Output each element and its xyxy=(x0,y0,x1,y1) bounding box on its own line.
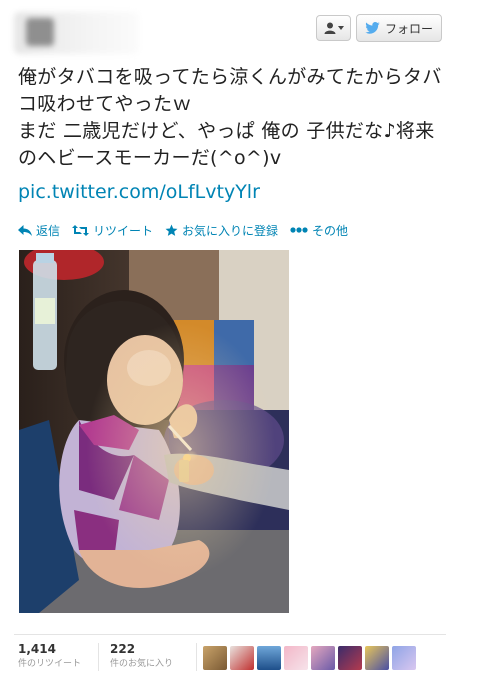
more-action[interactable]: その他 xyxy=(290,222,348,239)
retweet-label: リツイート xyxy=(93,223,154,238)
tweet-text-line: 俺がタバコを吸ってたら涼くんがみてたからタバ xyxy=(18,66,442,88)
star-icon xyxy=(165,224,178,236)
stats-divider xyxy=(14,634,446,635)
caret-down-icon xyxy=(337,26,344,30)
twitter-bird-icon xyxy=(365,22,380,34)
retweet-count: 1,414 xyxy=(18,642,56,656)
user-avatar-blurred[interactable] xyxy=(14,12,139,54)
retweet-action[interactable]: リツイート xyxy=(72,222,153,239)
favorite-count: 222 xyxy=(110,642,136,656)
more-dots-icon xyxy=(290,227,308,233)
person-icon xyxy=(324,22,335,34)
tweet-header: フォロー xyxy=(0,0,480,62)
favoriter-avatar[interactable] xyxy=(230,646,254,670)
retweet-stat[interactable]: 1,414 件のリツイート xyxy=(18,642,81,671)
reply-action[interactable]: 返信 xyxy=(18,222,60,239)
retweet-icon xyxy=(72,224,90,236)
favoriters-avatars xyxy=(203,646,416,670)
favoriter-avatar[interactable] xyxy=(365,646,389,670)
tweet-photo[interactable] xyxy=(19,250,289,613)
tweet-text-line: まだ 二歳児だけど、やっぱ 俺の 子供だな♪将来 xyxy=(18,120,435,142)
retweet-count-label: 件のリツイート xyxy=(18,659,82,669)
favoriter-avatar[interactable] xyxy=(311,646,335,670)
reply-label: 返信 xyxy=(36,223,61,238)
photo-illustration xyxy=(19,250,289,613)
reply-icon xyxy=(18,224,32,236)
favoriter-avatar[interactable] xyxy=(257,646,281,670)
favorite-stat[interactable]: 222 件のお気に入り xyxy=(110,642,173,671)
follow-button[interactable]: フォロー xyxy=(356,14,442,42)
favoriter-avatar[interactable] xyxy=(392,646,416,670)
stat-separator xyxy=(98,643,99,671)
more-label: その他 xyxy=(312,223,349,238)
user-actions-dropdown[interactable] xyxy=(316,15,351,41)
favorite-action[interactable]: お気に入りに登録 xyxy=(165,222,278,239)
favorite-label: お気に入りに登録 xyxy=(182,223,279,238)
tweet-text-line: のヘビースモーカーだ(^o^)v xyxy=(18,147,282,169)
tweet-media-link[interactable]: pic.twitter.com/oLfLvtyYlr xyxy=(18,181,260,203)
tweet-actions: 返信 リツイート お気に入りに登録 その他 xyxy=(18,220,360,240)
tweet-text: 俺がタバコを吸ってたら涼くんがみてたからタバ コ吸わせてやったｗ まだ 二歳児だ… xyxy=(18,64,463,172)
favoriter-avatar[interactable] xyxy=(203,646,227,670)
stat-separator xyxy=(196,643,197,671)
follow-button-label: フォロー xyxy=(384,21,433,36)
favoriter-avatar[interactable] xyxy=(284,646,308,670)
favorite-count-label: 件のお気に入り xyxy=(110,659,174,669)
favoriter-avatar[interactable] xyxy=(338,646,362,670)
tweet-text-line: コ吸わせてやったｗ xyxy=(18,93,192,115)
